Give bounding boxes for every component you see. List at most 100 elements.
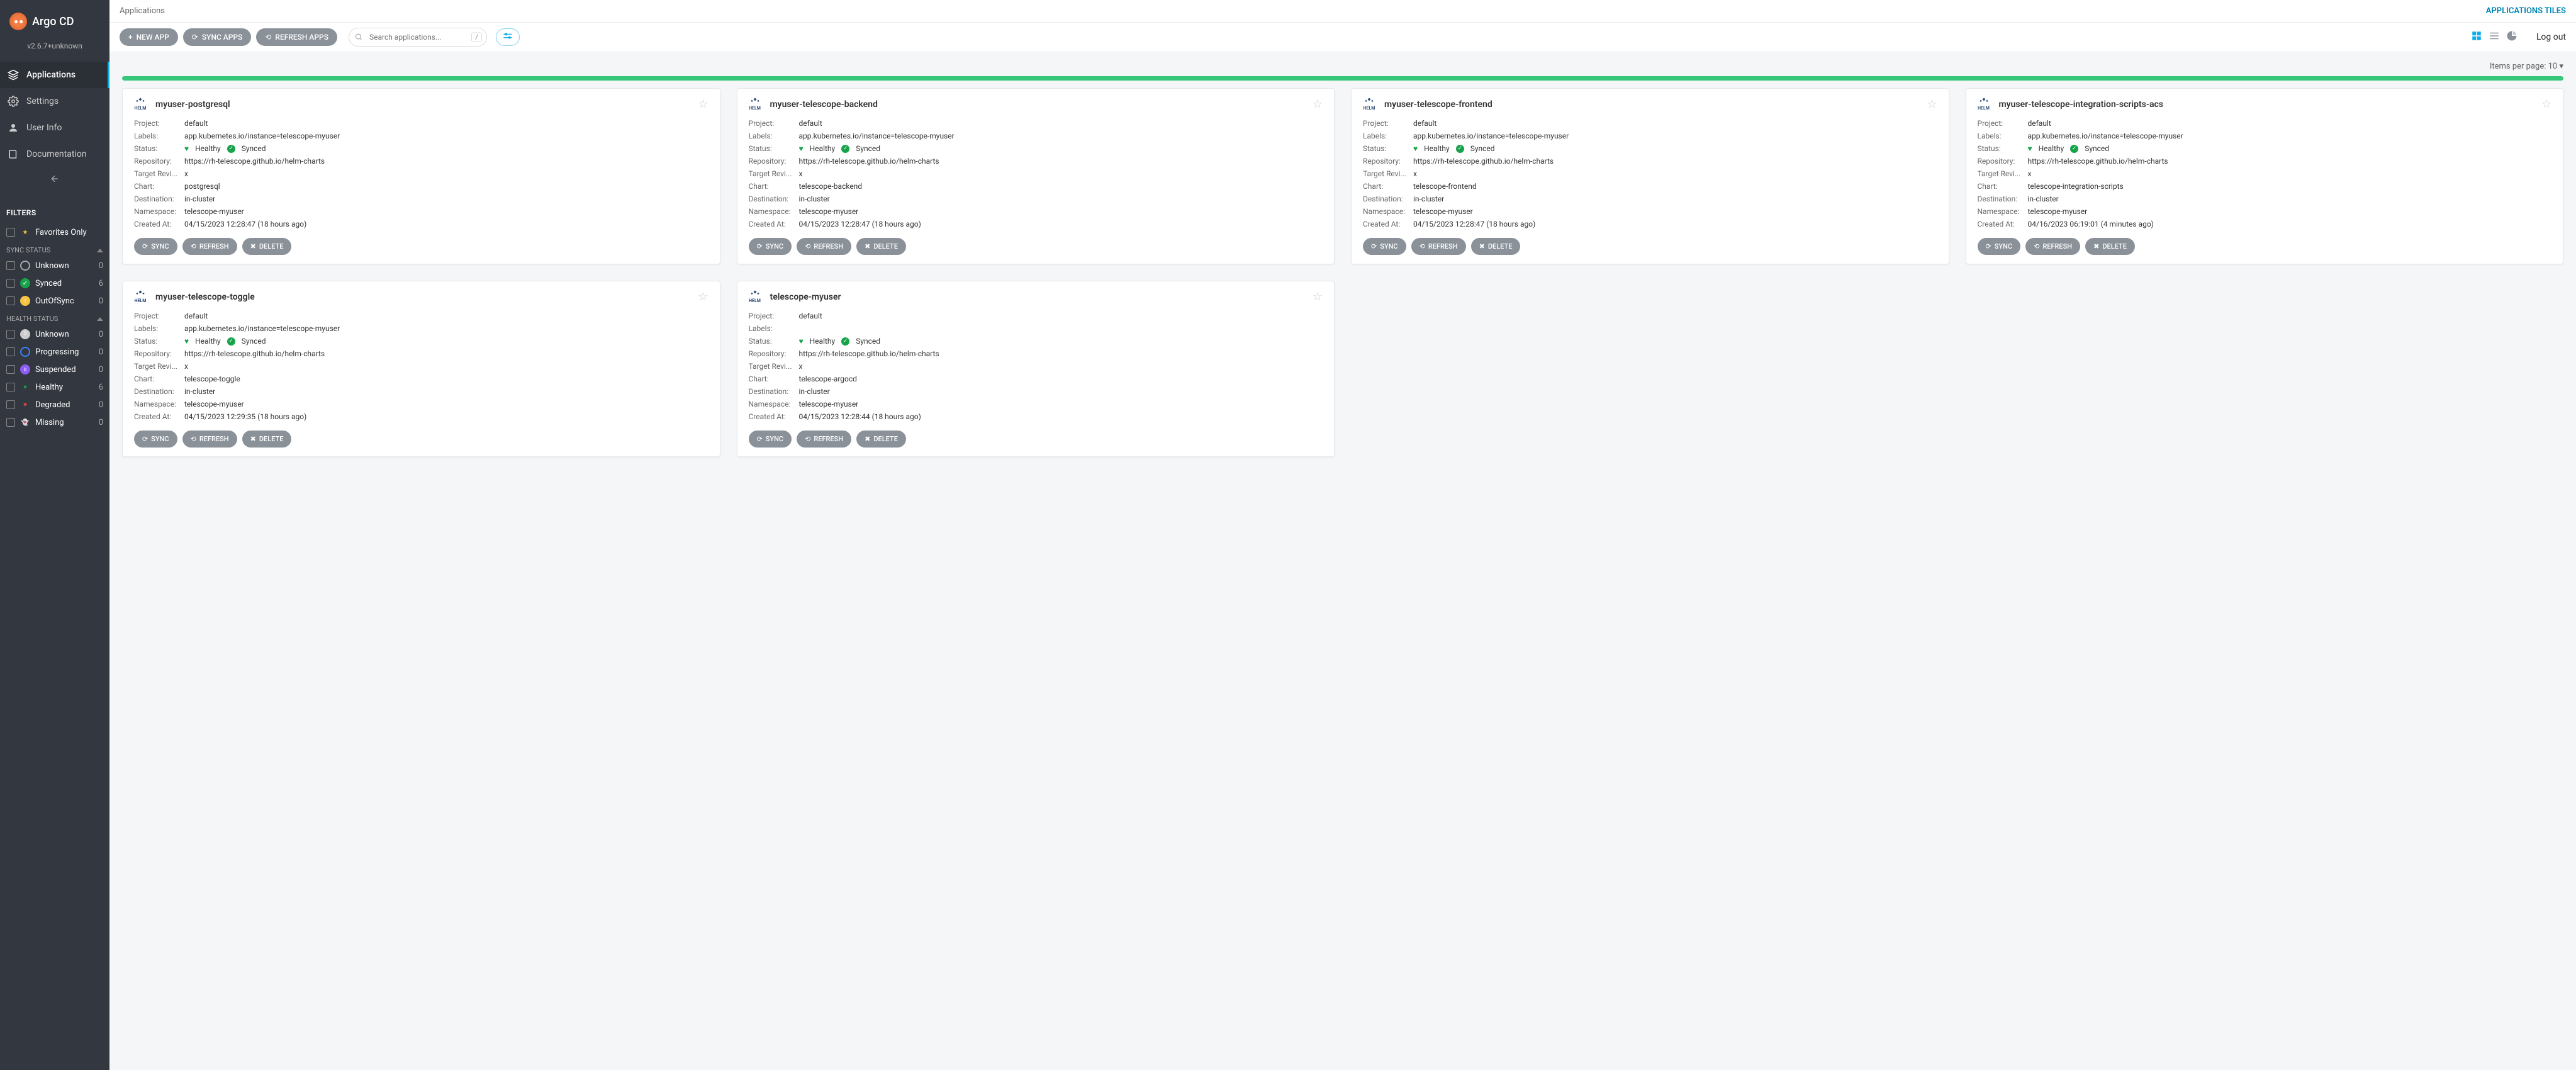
sliders-toggle-button[interactable]	[496, 28, 520, 46]
favorite-star-icon[interactable]: ☆	[1313, 290, 1323, 303]
filter-count: 0	[99, 261, 103, 271]
application-card[interactable]: HELM myuser-telescope-integration-script…	[1966, 88, 2564, 264]
sync-apps-button[interactable]: ⟳ SYNC APPS	[183, 28, 252, 46]
favorite-star-icon[interactable]: ☆	[698, 98, 708, 111]
refresh-button[interactable]: ⟲ REFRESH	[182, 238, 237, 255]
sync-check-icon: ✓	[841, 337, 849, 346]
field-label: Destination:	[1978, 194, 2028, 203]
application-card[interactable]: HELM myuser-telescope-frontend ☆ Project…	[1351, 88, 1949, 264]
items-per-page[interactable]: Items per page: 10 ▾	[109, 52, 2576, 76]
sync-button[interactable]: ⟳ SYNC	[1978, 238, 2021, 255]
application-card[interactable]: HELM myuser-telescope-backend ☆ Project:…	[737, 88, 1335, 264]
project-value: default	[799, 312, 1323, 320]
helm-icon: HELM	[749, 98, 761, 111]
field-label: Target Revi...	[1978, 169, 2028, 178]
field-label: Chart:	[749, 182, 799, 191]
field-label: Status:	[134, 337, 184, 346]
pause-circle-icon: II	[20, 364, 30, 374]
filter-sync-synced[interactable]: ✓ Synced 6	[0, 274, 109, 292]
checkbox-icon[interactable]	[6, 347, 15, 356]
nav-user-info[interactable]: User Info	[0, 115, 109, 141]
application-card[interactable]: HELM myuser-telescope-toggle ☆ Project:d…	[122, 281, 720, 457]
collapse-sidebar-button[interactable]	[0, 167, 109, 193]
argo-logo-icon	[9, 13, 27, 30]
collapse-icon	[97, 249, 103, 252]
sync-button[interactable]: ⟳ SYNC	[749, 238, 792, 255]
favorite-star-icon[interactable]: ☆	[2541, 98, 2551, 111]
labels-value: app.kubernetes.io/instance=telescope-myu…	[184, 324, 708, 333]
refresh-button[interactable]: ⟲ REFRESH	[2025, 238, 2080, 255]
filter-health-progressing[interactable]: Progressing 0	[0, 343, 109, 361]
filter-health-healthy[interactable]: ♥ Healthy 6	[0, 378, 109, 396]
field-label: Chart:	[749, 374, 799, 383]
sync-button[interactable]: ⟳ SYNC	[1363, 238, 1406, 255]
favorite-star-icon[interactable]: ☆	[1313, 98, 1323, 111]
field-label: Project:	[1363, 119, 1413, 128]
delete-button[interactable]: ✖ DELETE	[1471, 238, 1521, 255]
status-value: ♥ Healthy ✓ Synced	[2028, 144, 2552, 153]
sync-status-section[interactable]: SYNC STATUS	[0, 241, 109, 257]
refresh-button[interactable]: ⟲ REFRESH	[797, 238, 851, 255]
delete-button[interactable]: ✖ DELETE	[2085, 238, 2135, 255]
checkbox-icon[interactable]	[6, 400, 15, 409]
tiles-view-icon[interactable]	[2471, 30, 2482, 44]
app-name: telescope-myuser	[770, 292, 1304, 302]
nav-documentation[interactable]: Documentation	[0, 141, 109, 167]
project-value: default	[799, 119, 1323, 128]
filter-health-missing[interactable]: 👻 Missing 0	[0, 414, 109, 431]
pie-view-icon[interactable]	[2506, 30, 2517, 44]
refresh-apps-button[interactable]: ⟲ REFRESH APPS	[256, 28, 337, 46]
search-input[interactable]	[349, 28, 487, 47]
delete-button[interactable]: ✖ DELETE	[856, 431, 906, 448]
book-icon	[8, 149, 19, 160]
arrow-up-circle-icon: ↑	[20, 296, 30, 306]
checkbox-icon[interactable]	[6, 296, 15, 305]
field-label: Destination:	[749, 387, 799, 396]
circle-icon	[20, 261, 30, 271]
delete-button[interactable]: ✖ DELETE	[242, 238, 292, 255]
helm-icon: HELM	[1363, 98, 1375, 111]
nav-settings[interactable]: Settings	[0, 88, 109, 115]
favorite-star-icon[interactable]: ☆	[1927, 98, 1937, 111]
checkbox-icon[interactable]	[6, 261, 15, 270]
checkbox-icon[interactable]	[6, 365, 15, 374]
favorite-star-icon[interactable]: ☆	[698, 290, 708, 303]
delete-button[interactable]: ✖ DELETE	[242, 431, 292, 448]
application-card[interactable]: HELM telescope-myuser ☆ Project:default …	[737, 281, 1335, 457]
filter-favorites-only[interactable]: ★ Favorites Only	[0, 223, 109, 241]
checkbox-icon[interactable]	[6, 418, 15, 427]
heart-icon: ♥	[2028, 144, 2032, 153]
nav-applications[interactable]: Applications	[0, 62, 109, 88]
filter-sync-outofsync[interactable]: ↑ OutOfSync 0	[0, 292, 109, 310]
sync-button[interactable]: ⟳ SYNC	[134, 431, 177, 448]
refresh-button[interactable]: ⟲ REFRESH	[182, 431, 237, 448]
health-status-section[interactable]: HEALTH STATUS	[0, 310, 109, 325]
checkbox-icon[interactable]	[6, 383, 15, 391]
list-view-icon[interactable]	[2489, 30, 2500, 44]
checkbox-icon[interactable]	[6, 228, 15, 237]
logout-link[interactable]: Log out	[2536, 32, 2566, 42]
delete-button[interactable]: ✖ DELETE	[856, 238, 906, 255]
chevron-down-icon: ▾	[2559, 62, 2563, 71]
project-value: default	[184, 119, 708, 128]
logo-area: Argo CD	[0, 6, 109, 37]
sync-button[interactable]: ⟳ SYNC	[134, 238, 177, 255]
filter-sync-unknown[interactable]: Unknown 0	[0, 257, 109, 274]
product-name: Argo CD	[32, 15, 74, 28]
applications-tiles-link[interactable]: APPLICATIONS TILES	[2486, 6, 2566, 16]
refresh-button[interactable]: ⟲ REFRESH	[1411, 238, 1466, 255]
sync-button[interactable]: ⟳ SYNC	[749, 431, 792, 448]
helm-icon: HELM	[134, 290, 147, 303]
new-app-button[interactable]: + NEW APP	[120, 28, 178, 46]
refresh-button[interactable]: ⟲ REFRESH	[797, 431, 851, 448]
checkbox-icon[interactable]	[6, 279, 15, 288]
filter-health-degraded[interactable]: ♥ Degraded 0	[0, 396, 109, 414]
field-label: Created At:	[1978, 220, 2028, 228]
application-card[interactable]: HELM myuser-postgresql ☆ Project:default…	[122, 88, 720, 264]
field-label: Target Revi...	[749, 362, 799, 371]
sync-check-icon: ✓	[1456, 145, 1464, 153]
filter-health-suspended[interactable]: II Suspended 0	[0, 361, 109, 378]
checkbox-icon[interactable]	[6, 330, 15, 339]
filter-health-unknown[interactable]: ? Unknown 0	[0, 325, 109, 343]
repository-value: https://rh-telescope.github.io/helm-char…	[799, 157, 1323, 166]
